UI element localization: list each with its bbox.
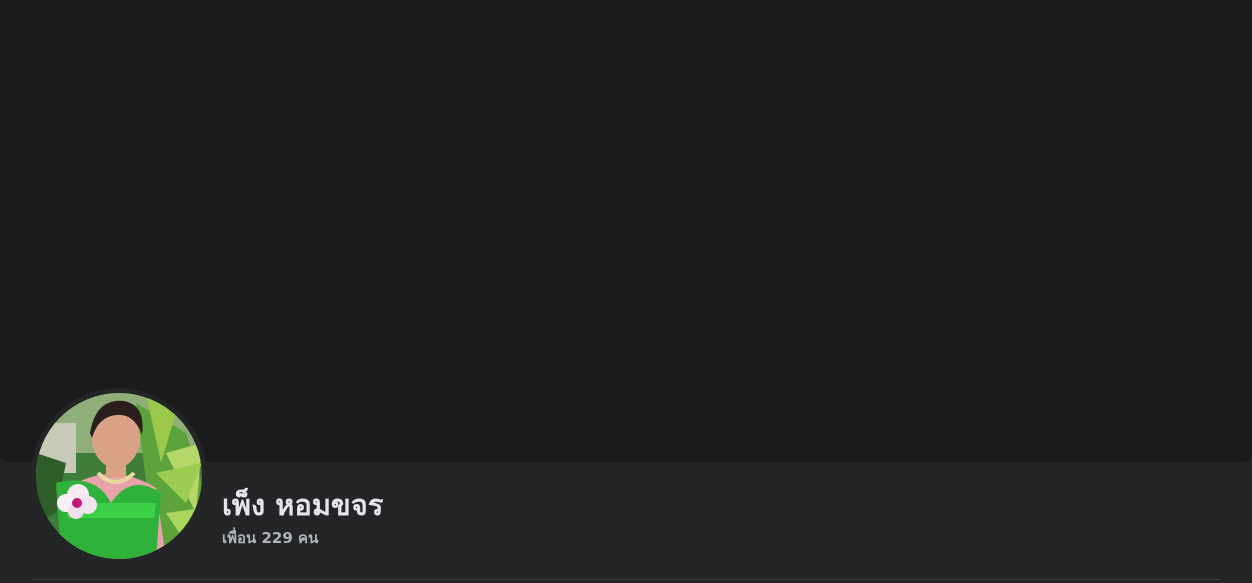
cover-photo[interactable] [0, 0, 1252, 462]
header-divider [32, 579, 1220, 580]
friends-count-link[interactable]: เพื่อน 229 คน [222, 527, 318, 549]
profile-avatar[interactable] [36, 393, 202, 559]
profile-page: เพ็ง หอมขจร เพื่อน 229 คน [0, 0, 1252, 583]
profile-name: เพ็ง หอมขจร [222, 488, 384, 522]
